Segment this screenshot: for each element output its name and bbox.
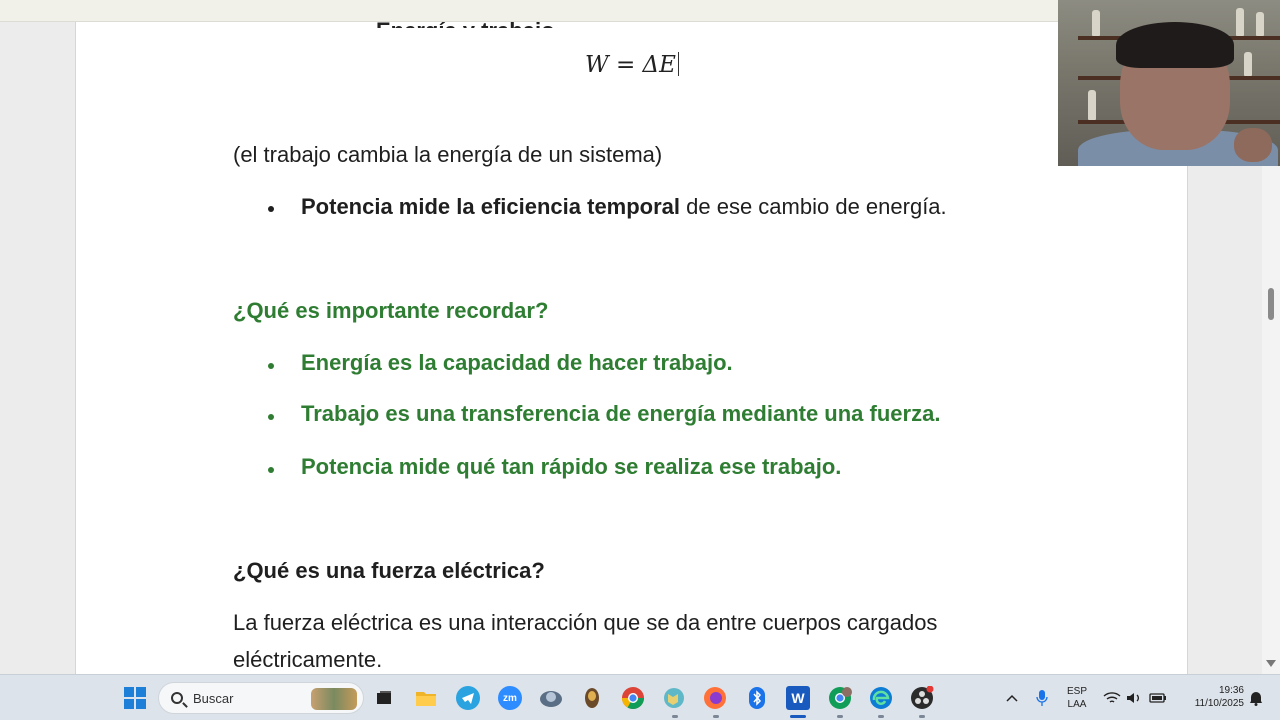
active-indicator: [790, 715, 806, 718]
bullet-dot: [268, 363, 274, 369]
person-hair: [1116, 22, 1234, 68]
zoom-icon[interactable]: zm: [498, 686, 522, 710]
running-indicator: [672, 715, 678, 718]
section-heading-recordar: ¿Qué es importante recordar?: [233, 298, 549, 323]
bullet-potencia-rest: de ese cambio de energía.: [680, 194, 947, 219]
green-bullet-energia: Energía es la capacidad de hacer trabajo…: [301, 350, 733, 375]
notification-icon[interactable]: [1244, 686, 1268, 710]
search-highlight-image: [311, 688, 357, 710]
clipped-heading: Energía y trabajo: [376, 20, 555, 28]
para-line-2: eléctricamente.: [233, 647, 383, 672]
scrollbar-thumb[interactable]: [1268, 288, 1274, 320]
bullet-dot: [268, 206, 274, 212]
body-line-trabajo: (el trabajo cambia la energía de un sist…: [233, 142, 663, 167]
volume-icon[interactable]: [1122, 686, 1146, 710]
keyboard-layout: LAA: [1067, 699, 1087, 710]
running-indicator: [713, 715, 719, 718]
task-view-icon[interactable]: [372, 686, 396, 710]
scroll-down-arrow-icon[interactable]: [1266, 660, 1276, 667]
maps-app-icon[interactable]: [662, 686, 686, 710]
chevron-up-icon[interactable]: [1000, 686, 1024, 710]
person-hand: [1234, 128, 1272, 162]
battery-icon[interactable]: [1146, 686, 1170, 710]
search-box[interactable]: Buscar: [158, 682, 364, 714]
bluetooth-icon[interactable]: [745, 686, 769, 710]
obs-icon[interactable]: [910, 686, 934, 710]
green-bullet-trabajo: Trabajo es una transferencia de energía …: [301, 401, 941, 426]
section-heading-fuerza: ¿Qué es una fuerza eléctrica?: [233, 558, 545, 583]
bottle: [1256, 12, 1264, 36]
language-code: ESP: [1066, 686, 1087, 697]
bottle: [1236, 8, 1244, 36]
text-caret: [677, 52, 679, 76]
language-indicator[interactable]: ESP LAA: [1064, 685, 1090, 711]
network-app-icon[interactable]: [539, 686, 563, 710]
running-indicator: [878, 715, 884, 718]
telegram-icon[interactable]: [456, 686, 480, 710]
chrome-profile-icon[interactable]: [828, 686, 852, 710]
game-app-icon[interactable]: [580, 686, 604, 710]
green-bullet-potencia: Potencia mide qué tan rápido se realiza …: [301, 454, 842, 479]
wifi-icon[interactable]: [1100, 686, 1124, 710]
start-icon[interactable]: [124, 687, 146, 709]
search-label: Buscar: [193, 691, 234, 706]
clock[interactable]: 19:36 11/10/2025: [1178, 684, 1244, 710]
microphone-icon[interactable]: [1030, 686, 1054, 710]
bottle: [1092, 10, 1100, 36]
chrome-icon[interactable]: [621, 686, 645, 710]
word-icon[interactable]: W: [786, 686, 810, 710]
webcam-overlay: [1058, 0, 1280, 166]
running-indicator: [837, 715, 843, 718]
formula-equation[interactable]: W = ΔE: [585, 52, 679, 78]
edge-icon[interactable]: [869, 686, 893, 710]
bullet-potencia: Potencia mide la eficiencia temporal de …: [301, 194, 947, 220]
clock-date: 11/10/2025: [1194, 698, 1244, 709]
formula-text: W = ΔE: [585, 52, 676, 78]
taskbar: Buscar zm W ESP LAA 19:36 11/10/2025: [0, 674, 1280, 720]
bullet-dot: [268, 467, 274, 473]
bottle: [1088, 90, 1096, 120]
bullet-potencia-bold: Potencia mide la eficiencia temporal: [301, 194, 681, 219]
firefox-icon[interactable]: [703, 686, 727, 710]
search-icon: [171, 692, 183, 704]
running-indicator: [919, 715, 925, 718]
file-explorer-icon[interactable]: [414, 686, 438, 710]
clock-time: 19:36: [1218, 685, 1244, 696]
para-line-1: La fuerza eléctrica es una interacción q…: [233, 610, 938, 635]
bottle: [1244, 52, 1252, 76]
bullet-dot: [268, 414, 274, 420]
